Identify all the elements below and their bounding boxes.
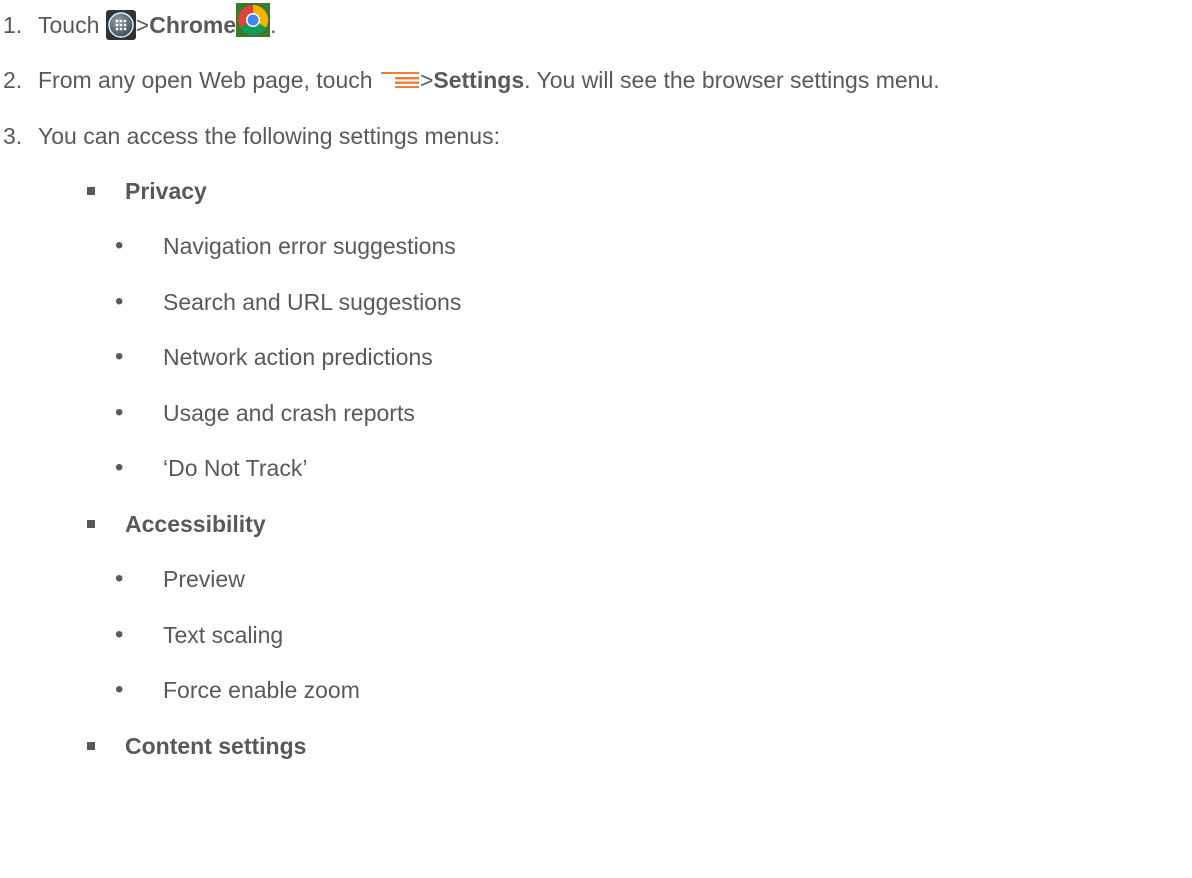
menu-icon [380, 72, 419, 88]
list-item-text: Search and URL suggestions [163, 288, 462, 315]
step-1: 1. Touch > Chrome . [0, 3, 277, 45]
apps-launcher-icon [105, 10, 136, 40]
dot-bullet: • [115, 232, 124, 259]
menu-item-name: Settings [433, 66, 525, 93]
document-page: 1. Touch > Chrome . 2. From any open Web… [0, 0, 1192, 878]
dot-bullet: • [115, 288, 124, 315]
section-heading-accessibility: Accessibility [87, 504, 266, 544]
list-item: • Navigation error suggestions [115, 226, 456, 266]
step-text: Touch [38, 11, 106, 38]
list-item-text: ‘Do Not Track’ [163, 454, 308, 481]
list-item-text: Network action predictions [163, 343, 433, 370]
list-item-text: Usage and crash reports [163, 399, 415, 426]
list-item-text: Preview [163, 565, 245, 592]
square-bullet [87, 520, 95, 528]
section-title: Accessibility [125, 510, 266, 537]
list-item: • Preview [115, 559, 245, 599]
step-3: 3. You can access the following settings… [0, 116, 500, 156]
separator: > [135, 11, 150, 38]
step-number: 1. [3, 11, 23, 38]
dot-bullet: • [115, 399, 124, 426]
section-heading-content-settings: Content settings [87, 726, 306, 766]
list-item-text: Navigation error suggestions [163, 232, 456, 259]
chrome-icon [236, 3, 271, 37]
section-title: Privacy [125, 177, 207, 204]
separator: > [419, 66, 434, 93]
step-text: From any open Web page, touch [38, 66, 379, 93]
list-item-text: Text scaling [163, 621, 284, 648]
list-item: • Force enable zoom [115, 670, 360, 710]
dot-bullet: • [115, 454, 124, 481]
list-item: • ‘Do Not Track’ [115, 448, 307, 488]
square-bullet [87, 742, 95, 750]
section-title: Content settings [125, 732, 307, 759]
step-text: You can access the following settings me… [38, 122, 500, 149]
dot-bullet: • [115, 621, 124, 648]
square-bullet [87, 187, 95, 195]
list-item: • Network action predictions [115, 337, 433, 377]
dot-bullet: • [115, 676, 124, 703]
section-heading-privacy: Privacy [87, 171, 207, 211]
dot-bullet: • [115, 343, 124, 370]
list-item: • Usage and crash reports [115, 393, 415, 433]
dot-bullet: • [115, 565, 124, 592]
step-text-end: . [270, 11, 277, 38]
list-item: • Search and URL suggestions [115, 282, 461, 322]
list-item-text: Force enable zoom [163, 676, 360, 703]
app-name: Chrome [149, 11, 237, 38]
step-2: 2. From any open Web page, touch > Setti… [0, 60, 940, 100]
step-text-end: . You will see the browser settings menu… [524, 66, 940, 93]
step-number: 2. [3, 66, 23, 93]
list-item: • Text scaling [115, 615, 283, 655]
step-number: 3. [3, 122, 23, 149]
